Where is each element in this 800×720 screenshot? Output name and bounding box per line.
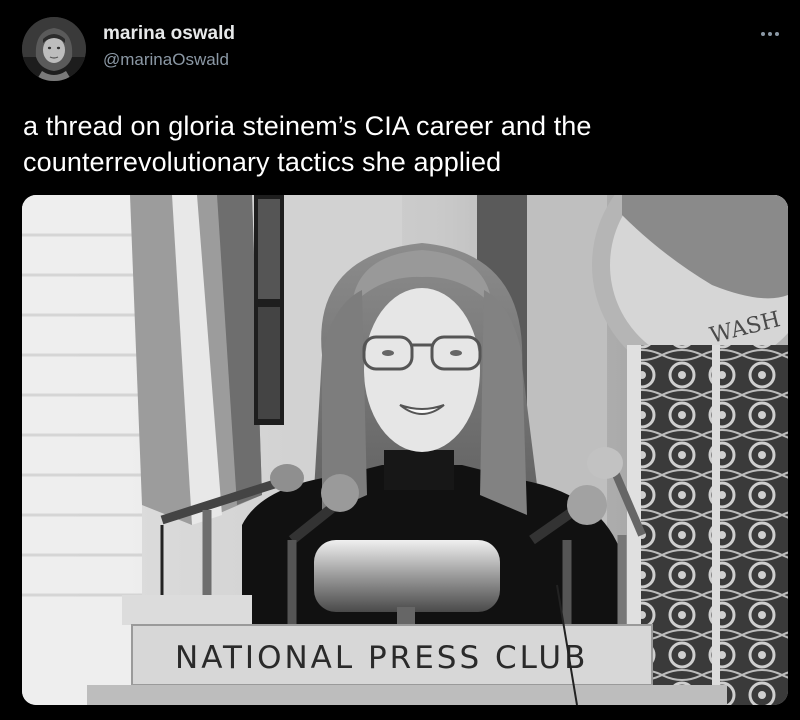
tweet-photo[interactable]: WASH NATIONAL PRESS CLUB [22,195,788,705]
press-conference-photo: WASH NATIONAL PRESS CLUB [22,195,788,705]
tweet-card: marina oswald @marinaOswald a thread on … [0,0,800,720]
display-name[interactable]: marina oswald [103,22,235,46]
more-options-button[interactable] [750,20,790,48]
user-handle[interactable]: @marinaOswald [103,48,235,72]
placard-text: NATIONAL PRESS CLUB [175,640,588,676]
avatar[interactable] [22,17,86,81]
window-blinds [22,195,142,705]
tweet-text: a thread on gloria steinem’s CIA career … [23,111,592,177]
more-horizontal-icon [761,32,779,36]
avatar-portrait-image [22,17,86,81]
author-block: marina oswald @marinaOswald [103,22,235,72]
